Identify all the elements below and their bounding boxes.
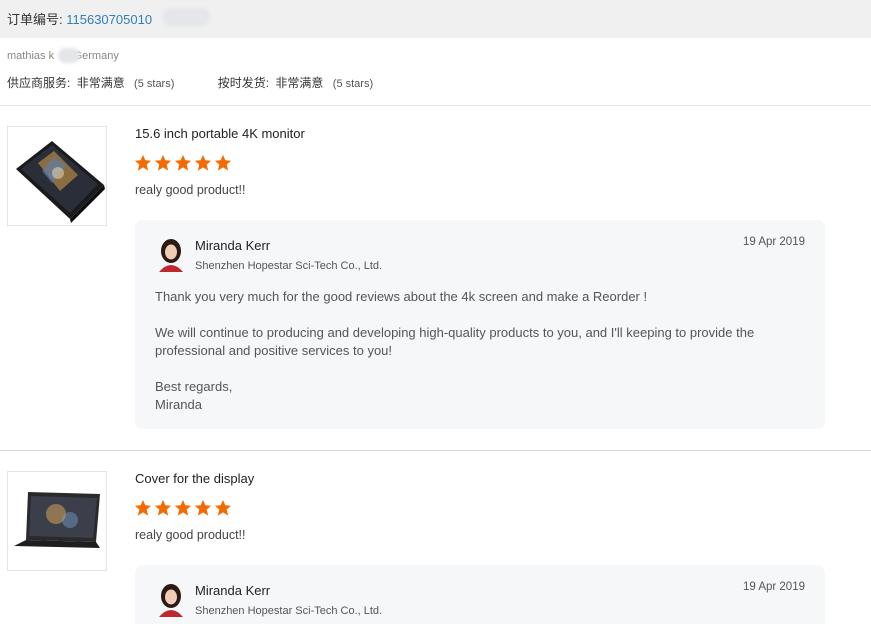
buyer-name: mathias k xyxy=(7,50,55,62)
order-header: 订单编号: 115630705010 xyxy=(0,0,871,38)
product-rating-stars xyxy=(134,499,234,519)
star-icon xyxy=(134,499,152,516)
seller-ratings: 供应商服务: 非常满意 (5 stars) 按时发货: 非常满意 (5 star… xyxy=(7,74,373,91)
product-title[interactable]: Cover for the display xyxy=(135,471,254,486)
star-icon xyxy=(154,499,172,516)
rating-label: 供应商服务: xyxy=(7,76,71,90)
order-number-label: 订单编号: xyxy=(7,12,63,27)
star-icon xyxy=(214,154,232,171)
avatar xyxy=(156,583,186,617)
product-thumbnail[interactable] xyxy=(7,126,107,226)
product-rating-stars xyxy=(134,154,234,174)
buyer-review-text: realy good product!! xyxy=(135,528,246,542)
star-icon xyxy=(174,154,192,171)
redaction-blur xyxy=(58,48,80,63)
monitor-image-icon xyxy=(16,141,105,223)
rating-stars-text: (5 stars) xyxy=(134,78,175,90)
product-title[interactable]: 15.6 inch portable 4K monitor xyxy=(135,126,305,141)
rating-label: 按时发货: xyxy=(217,76,270,90)
star-icon xyxy=(214,499,232,516)
rating-stars-text: (5 stars) xyxy=(332,78,374,90)
reply-date: 19 Apr 2019 xyxy=(742,236,805,248)
seller-name: Miranda Kerr xyxy=(195,583,271,598)
seller-name: Miranda Kerr xyxy=(195,238,271,253)
reply-paragraph: Thank you very much for the good reviews… xyxy=(155,289,648,304)
reply-paragraph: We will continue to producing and develo… xyxy=(155,325,755,340)
buyer-review-text: realy good product!! xyxy=(135,183,246,197)
rating-on-time-shipping: 按时发货: 非常满意 (5 stars) xyxy=(218,74,373,91)
reply-paragraph: Miranda xyxy=(155,397,202,412)
star-icon xyxy=(134,154,152,171)
star-icon xyxy=(174,499,192,516)
order-number-row: 订单编号: 115630705010 xyxy=(7,9,152,28)
divider xyxy=(0,105,871,106)
avatar xyxy=(156,238,186,272)
star-icon xyxy=(194,154,212,171)
seller-company: Shenzhen Hopestar Sci-Tech Co., Ltd. xyxy=(195,260,383,272)
seller-company: Shenzhen Hopestar Sci-Tech Co., Ltd. xyxy=(195,605,383,617)
star-icon xyxy=(154,154,172,171)
reply-paragraph: professional and positive services to yo… xyxy=(155,343,393,358)
redaction-blur xyxy=(162,8,210,26)
product-thumbnail[interactable] xyxy=(7,471,107,571)
order-number-link[interactable]: 115630705010 xyxy=(66,12,152,27)
star-icon xyxy=(194,499,212,516)
reply-date: 19 Apr 2019 xyxy=(742,581,805,593)
rating-supplier-service: 供应商服务: 非常满意 (5 stars) xyxy=(7,74,174,91)
reply-paragraph: Best regards, xyxy=(155,379,233,394)
display-cover-image-icon xyxy=(14,492,100,548)
divider xyxy=(0,450,871,451)
rating-value: 非常满意 xyxy=(275,76,324,90)
rating-value: 非常满意 xyxy=(76,76,125,90)
seller-reply: Miranda Kerr Shenzhen Hopestar Sci-Tech … xyxy=(135,565,825,624)
seller-reply: Miranda Kerr Shenzhen Hopestar Sci-Tech … xyxy=(135,220,825,429)
